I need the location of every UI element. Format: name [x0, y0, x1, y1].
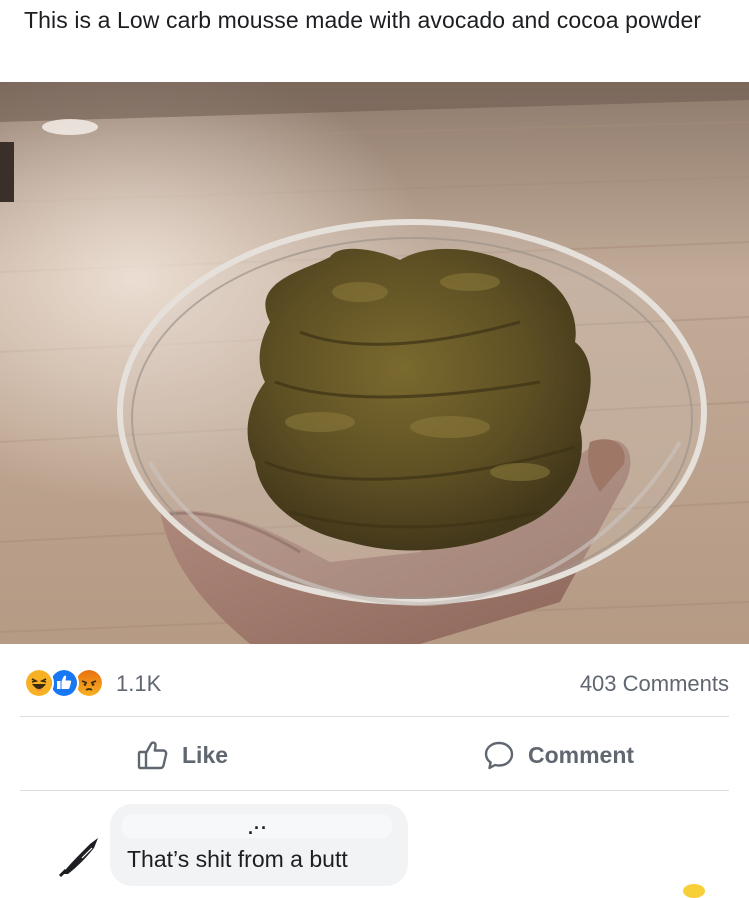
haha-reaction-icon	[24, 668, 54, 698]
comment-label: Comment	[528, 741, 635, 768]
reaction-count[interactable]: 1.1K	[116, 671, 161, 697]
comment-item: .·· That’s shit from a butt	[0, 800, 749, 898]
reaction-icons[interactable]	[24, 668, 114, 698]
comment-bubble-icon	[484, 741, 514, 770]
like-button[interactable]: Like	[136, 719, 228, 791]
post-actions: Like Comment	[20, 719, 729, 791]
comment-button[interactable]: Comment	[482, 719, 634, 791]
post-photo[interactable]	[0, 82, 749, 644]
post-text: This is a Low carb mousse made with avoc…	[24, 7, 702, 33]
like-label: Like	[182, 741, 229, 768]
comment-author-fragment: .··	[248, 818, 268, 838]
comment-text: That’s shit from a butt	[127, 846, 348, 872]
thumbs-up-icon	[137, 741, 168, 770]
comments-count[interactable]: 403 Comments	[580, 671, 729, 697]
commenter-avatar[interactable]	[56, 834, 106, 878]
comment-bubble[interactable]: .·· That’s shit from a butt	[110, 804, 408, 886]
divider-top	[20, 716, 729, 717]
divider-bottom	[20, 790, 729, 791]
emoji-edge-icon	[683, 884, 705, 898]
reactions-bar: 1.1K 403 Comments	[24, 663, 729, 703]
